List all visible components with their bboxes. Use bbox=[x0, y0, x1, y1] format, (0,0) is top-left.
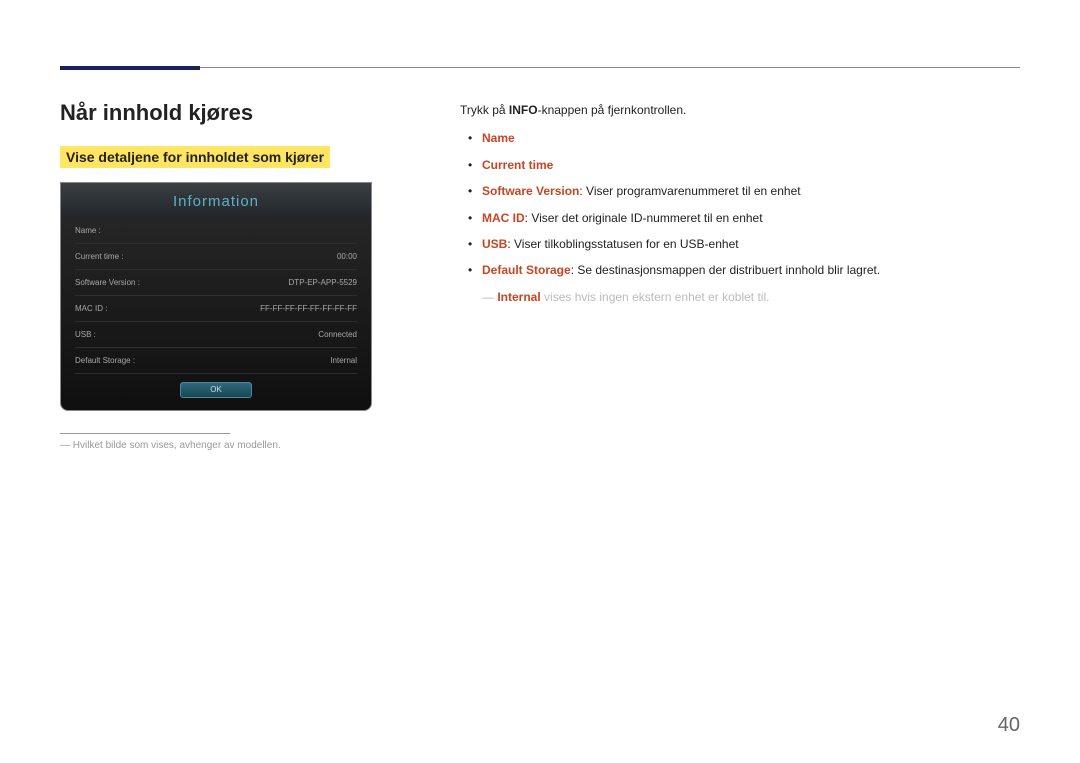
header-accent bbox=[60, 66, 200, 70]
row-label: Software Version : bbox=[75, 278, 140, 287]
intro-bold: INFO bbox=[509, 103, 538, 117]
bullet-text: : Se destinasjonsmappen der distribuert … bbox=[571, 263, 881, 277]
info-row-default-storage: Default Storage : Internal bbox=[75, 348, 357, 374]
bullet-default-storage: Default Storage: Se destinasjonsmappen d… bbox=[460, 260, 1020, 280]
bullet-list: Name Current time Software Version: Vise… bbox=[460, 128, 1020, 280]
subnote-rest: vises hvis ingen ekstern enhet er koblet… bbox=[541, 290, 770, 304]
row-label: USB : bbox=[75, 330, 96, 339]
page-heading: Når innhold kjøres bbox=[60, 100, 400, 126]
row-value: 00:00 bbox=[337, 252, 357, 261]
info-row-current-time: Current time : 00:00 bbox=[75, 244, 357, 270]
intro-pre: Trykk på bbox=[460, 103, 509, 117]
info-row-name: Name : bbox=[75, 218, 357, 244]
information-panel: Information Name : Current time : 00:00 … bbox=[60, 182, 372, 411]
note-rule bbox=[60, 433, 230, 434]
bullet-mac-id: MAC ID: Viser det originale ID-nummeret … bbox=[460, 208, 1020, 228]
bullet-name: Name bbox=[460, 128, 1020, 148]
panel-note: Hvilket bilde som vises, avhenger av mod… bbox=[60, 440, 400, 451]
ok-button[interactable]: OK bbox=[180, 382, 252, 398]
page-number: 40 bbox=[998, 714, 1020, 737]
sub-heading: Vise detaljene for innholdet som kjører bbox=[60, 146, 330, 168]
panel-title: Information bbox=[61, 183, 371, 218]
bullet-text: : Viser programvarenummeret til en enhet bbox=[579, 184, 800, 198]
row-label: Default Storage : bbox=[75, 356, 135, 365]
bullet-text: : Viser tilkoblingsstatusen for en USB-e… bbox=[507, 237, 738, 251]
bullet-text: : Viser det originale ID-nummeret til en… bbox=[525, 211, 763, 225]
bullet-label: Current time bbox=[482, 158, 553, 172]
row-value: DTP-EP-APP-5529 bbox=[289, 278, 357, 287]
bullet-software-version: Software Version: Viser programvarenumme… bbox=[460, 181, 1020, 201]
info-row-usb: USB : Connected bbox=[75, 322, 357, 348]
bullet-current-time: Current time bbox=[460, 155, 1020, 175]
row-label: Name : bbox=[75, 226, 101, 235]
bullet-label: MAC ID bbox=[482, 211, 525, 225]
bullet-label: Default Storage bbox=[482, 263, 571, 277]
bullet-label: Name bbox=[482, 131, 515, 145]
info-row-mac-id: MAC ID : FF-FF-FF-FF-FF-FF-FF-FF bbox=[75, 296, 357, 322]
internal-subnote: Internal vises hvis ingen ekstern enhet … bbox=[482, 287, 1020, 307]
row-value: Connected bbox=[318, 330, 357, 339]
bullet-label: Software Version bbox=[482, 184, 579, 198]
info-row-software-version: Software Version : DTP-EP-APP-5529 bbox=[75, 270, 357, 296]
intro-post: -knappen på fjernkontrollen. bbox=[538, 103, 687, 117]
row-label: Current time : bbox=[75, 252, 123, 261]
header-rule bbox=[60, 67, 1020, 68]
intro-text: Trykk på INFO-knappen på fjernkontrollen… bbox=[460, 100, 1020, 120]
bullet-label: USB bbox=[482, 237, 507, 251]
row-value: Internal bbox=[330, 356, 357, 365]
row-value: FF-FF-FF-FF-FF-FF-FF-FF bbox=[260, 304, 357, 313]
subnote-highlight: Internal bbox=[497, 290, 540, 304]
bullet-usb: USB: Viser tilkoblingsstatusen for en US… bbox=[460, 234, 1020, 254]
row-label: MAC ID : bbox=[75, 304, 107, 313]
